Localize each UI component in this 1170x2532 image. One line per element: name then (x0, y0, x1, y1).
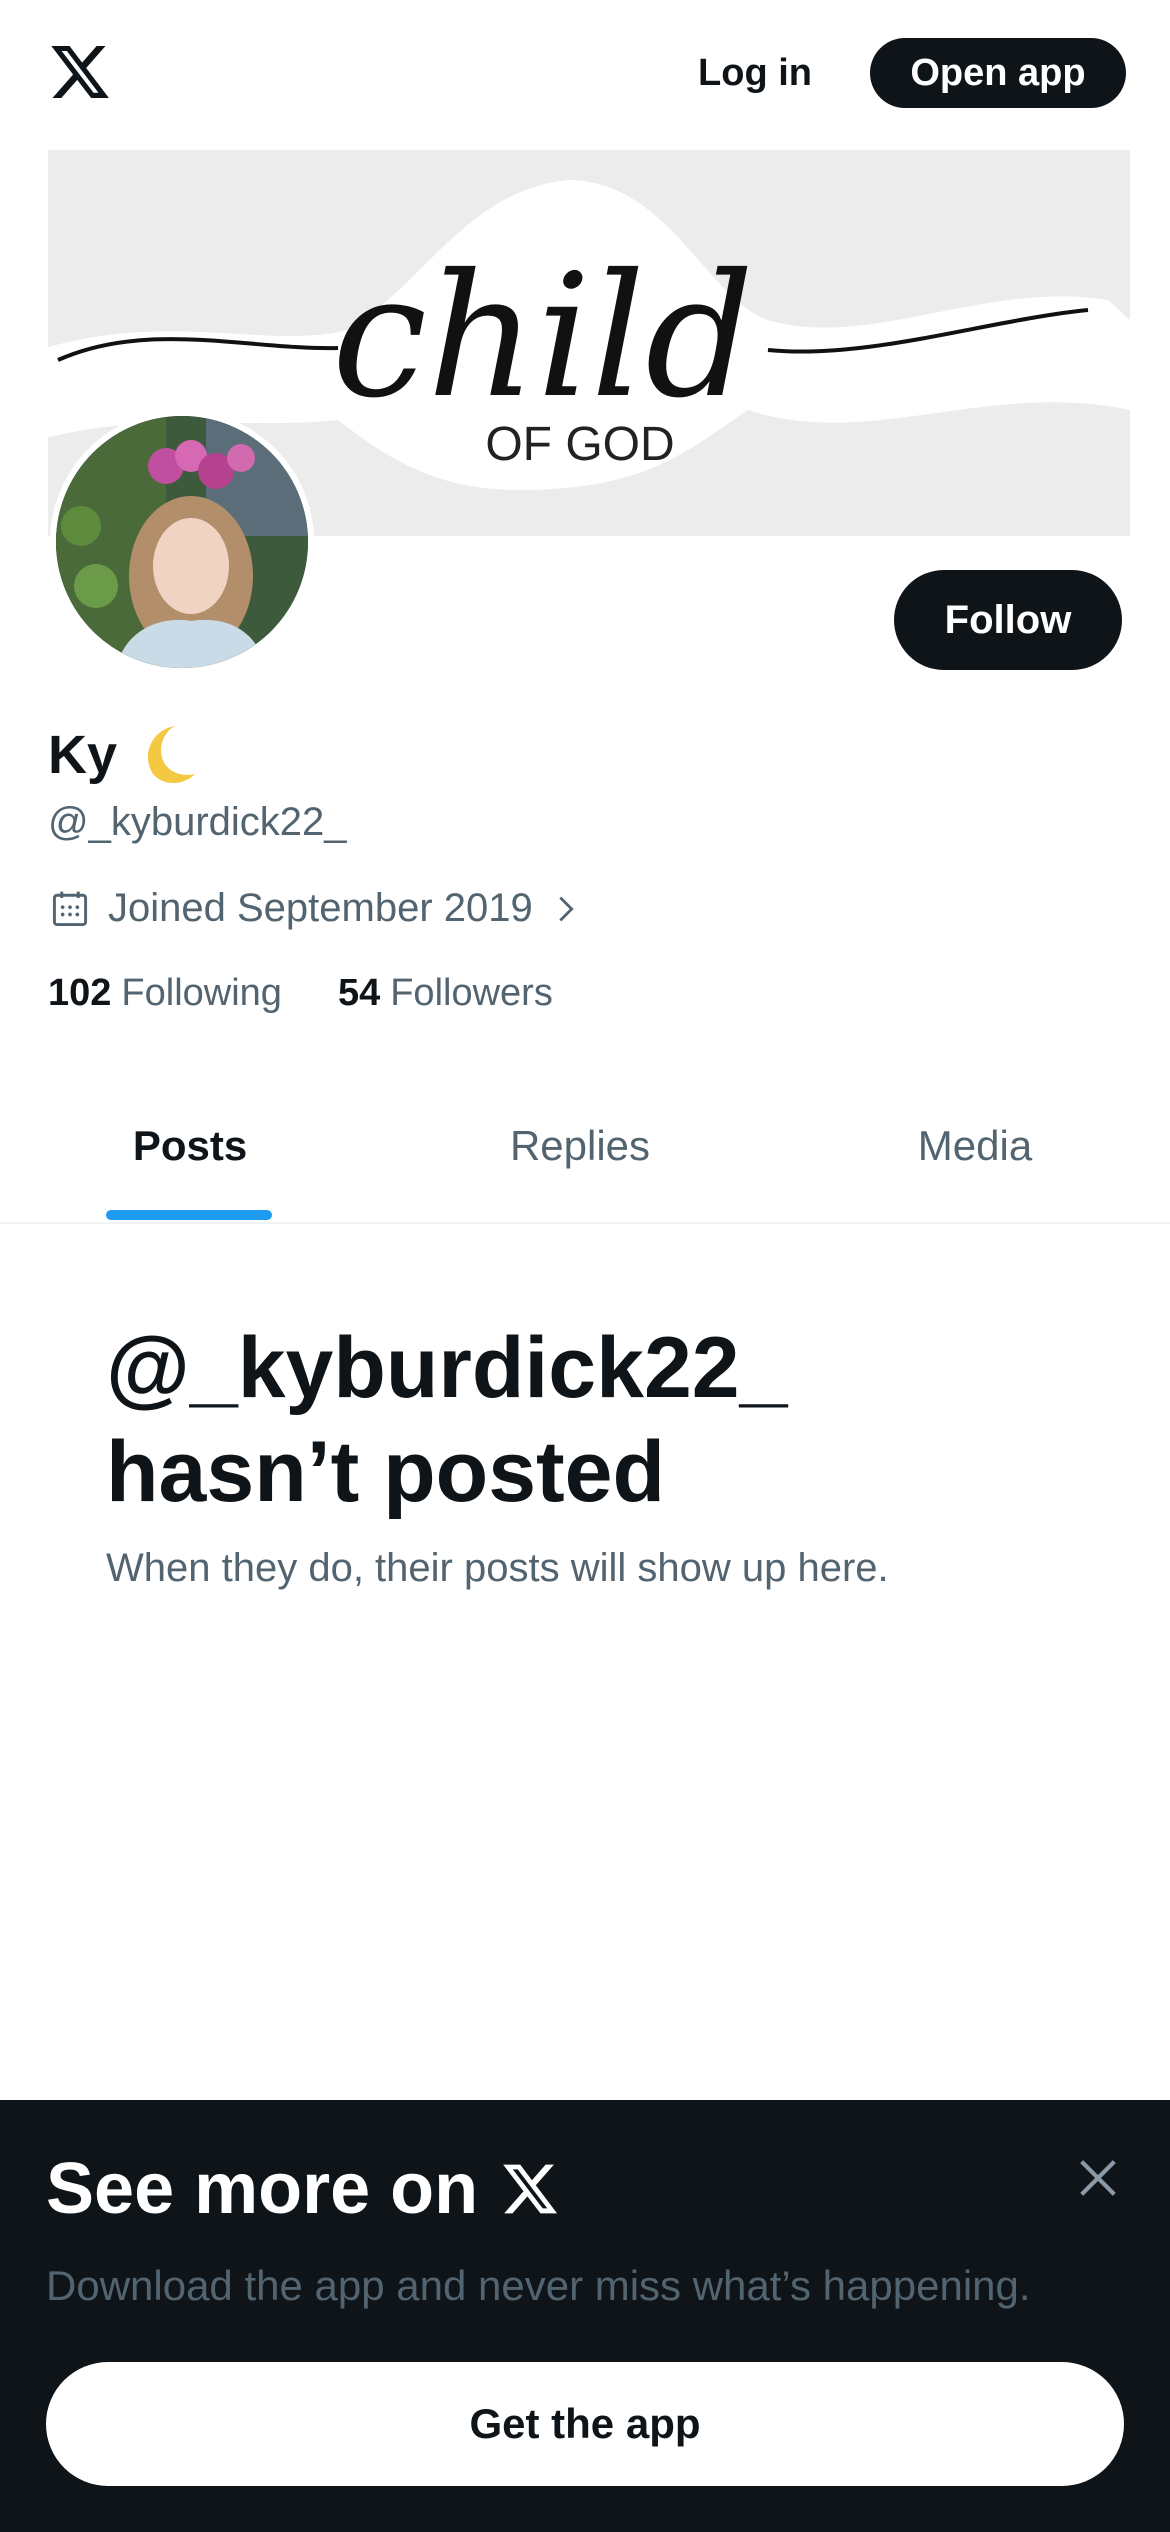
follow-stats: 102 Following 54 Followers (48, 972, 553, 1015)
calendar-icon (52, 891, 88, 926)
empty-state-title-line1: @_kyburdick22_ (106, 1320, 788, 1416)
following-count: 102 (48, 972, 112, 1014)
sheet-title: See more on (46, 2148, 560, 2230)
empty-state-subtitle: When they do, their posts will show up h… (106, 1546, 889, 1590)
banner-sub-text: OF GOD (485, 418, 674, 471)
sheet-title-text: See more on (46, 2149, 479, 2229)
tab-media[interactable]: Media (780, 1070, 1170, 1222)
crescent-moon-icon (147, 726, 196, 783)
get-app-button[interactable]: Get the app (46, 2362, 1124, 2486)
avatar[interactable] (50, 410, 314, 674)
followers-stat[interactable]: 54 Followers (338, 972, 553, 1015)
sheet-subtitle: Download the app and never miss what’s h… (46, 2262, 1031, 2309)
open-app-button[interactable]: Open app (870, 38, 1126, 108)
following-label: Following (121, 972, 282, 1014)
following-stat[interactable]: 102 Following (48, 972, 282, 1015)
empty-state-title-line2: hasn’t posted (106, 1424, 666, 1520)
login-button[interactable]: Log in (690, 38, 820, 108)
top-bar: Log in Open app (0, 0, 1170, 150)
tab-posts[interactable]: Posts (0, 1070, 380, 1222)
close-icon[interactable] (1070, 2150, 1126, 2206)
x-logo-icon (503, 2164, 558, 2214)
avatar-photo (56, 416, 308, 668)
joined-text: Joined September 2019 (108, 886, 533, 930)
banner-script-text: child (332, 238, 754, 436)
tab-replies[interactable]: Replies (390, 1070, 770, 1222)
active-tab-indicator (106, 1210, 272, 1220)
empty-state-title: @_kyburdick22_ hasn’t posted (106, 1316, 1066, 1524)
followers-label: Followers (390, 972, 553, 1014)
chevron-right-icon (559, 896, 574, 921)
x-logo-icon[interactable] (48, 40, 112, 104)
follow-button[interactable]: Follow (894, 570, 1122, 670)
profile-handle: @_kyburdick22_ (48, 800, 347, 844)
followers-count: 54 (337, 972, 381, 1014)
display-name-text: Ky (48, 725, 118, 785)
joined-date[interactable]: Joined September 2019 (48, 886, 583, 931)
display-name: Ky (48, 720, 201, 790)
profile-tabs: Posts Replies Media (0, 1070, 1170, 1224)
